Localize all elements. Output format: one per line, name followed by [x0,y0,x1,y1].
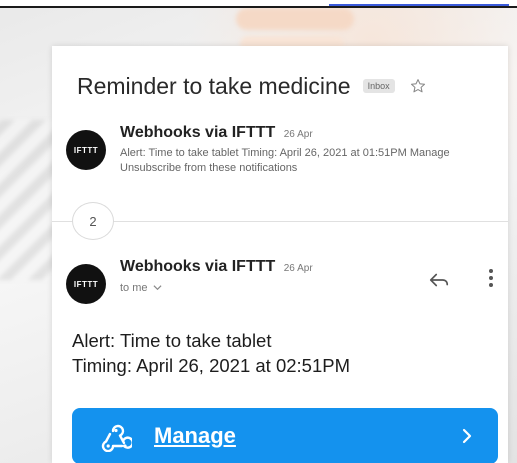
email-card: Reminder to take medicine Inbox IFTTT We… [52,46,508,463]
email-subject: Reminder to take medicine [77,72,351,99]
message-collapsed[interactable]: IFTTT Webhooks via IFTTT 26 Apr Alert: T… [66,124,504,184]
message-body: Alert: Time to take tablet Timing: April… [72,328,350,378]
message-date: 26 Apr [283,129,313,140]
inbox-label-badge[interactable]: Inbox [362,79,395,93]
webhook-icon [101,424,132,452]
manage-button-label: Manage [154,423,236,448]
message-snippet: Alert: Time to take tablet Timing: April… [120,147,450,174]
chevron-down-icon [153,285,162,291]
sender-line: Webhooks via IFTTT 26 Apr [120,124,313,142]
reply-icon[interactable] [428,272,450,288]
subject-row: Reminder to take medicine Inbox [77,70,500,102]
background-blob [236,8,354,30]
link-underline [329,0,509,6]
screenshot: Reminder to take medicine Inbox IFTTT We… [0,0,517,463]
chevron-right-icon [462,428,472,444]
collapsed-count-button[interactable]: 2 [72,202,114,240]
sender-name: Webhooks via IFTTT [120,124,276,141]
message-expanded-header: IFTTT Webhooks via IFTTT 26 Apr to me [66,258,504,318]
sender-name: Webhooks via IFTTT [120,258,276,275]
sender-line: Webhooks via IFTTT 26 Apr [120,258,313,276]
body-line: Timing: April 26, 2021 at 02:51PM [72,355,350,376]
avatar: IFTTT [66,264,106,304]
more-icon[interactable] [488,268,494,288]
thread-divider [52,221,508,222]
message-date: 26 Apr [283,263,313,274]
star-icon[interactable] [409,77,427,95]
recipient-details-toggle[interactable]: to me [120,282,162,294]
avatar: IFTTT [66,130,106,170]
body-line: Alert: Time to take tablet [72,330,272,351]
top-border [0,0,517,8]
recipient-label: to me [120,282,148,294]
manage-button[interactable]: Manage [72,408,498,463]
